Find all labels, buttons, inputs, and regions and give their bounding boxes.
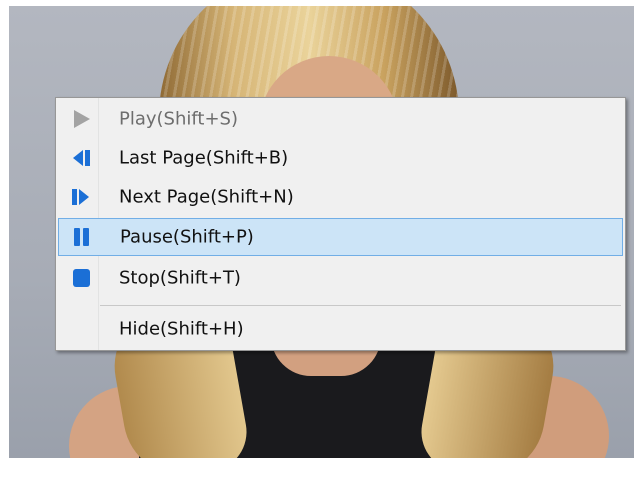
menu-item-pause[interactable]: Pause(Shift+P) — [58, 218, 623, 256]
menu-item-next-page[interactable]: Next Page(Shift+N) — [58, 178, 623, 216]
menu-item-label: Pause(Shift+P) — [120, 226, 254, 248]
context-menu: Play(Shift+S) Last Page(Shift+B) Next Pa… — [55, 97, 626, 351]
stop-icon — [73, 269, 90, 287]
menu-item-label: Stop(Shift+T) — [119, 267, 241, 289]
menu-item-hide[interactable]: Hide(Shift+H) — [58, 310, 623, 348]
menu-item-label: Play(Shift+S) — [119, 108, 239, 130]
menu-item-play[interactable]: Play(Shift+S) — [58, 100, 623, 138]
menu-item-label: Next Page(Shift+N) — [119, 186, 294, 208]
menu-item-label: Last Page(Shift+B) — [119, 147, 289, 169]
menu-item-last-page[interactable]: Last Page(Shift+B) — [58, 139, 623, 177]
pause-icon — [74, 228, 89, 246]
play-icon — [74, 110, 90, 128]
next-page-icon — [72, 189, 89, 205]
menu-item-label: Hide(Shift+H) — [119, 318, 244, 340]
previous-page-icon — [73, 150, 90, 166]
menu-item-stop[interactable]: Stop(Shift+T) — [58, 259, 623, 297]
menu-separator — [100, 305, 621, 306]
